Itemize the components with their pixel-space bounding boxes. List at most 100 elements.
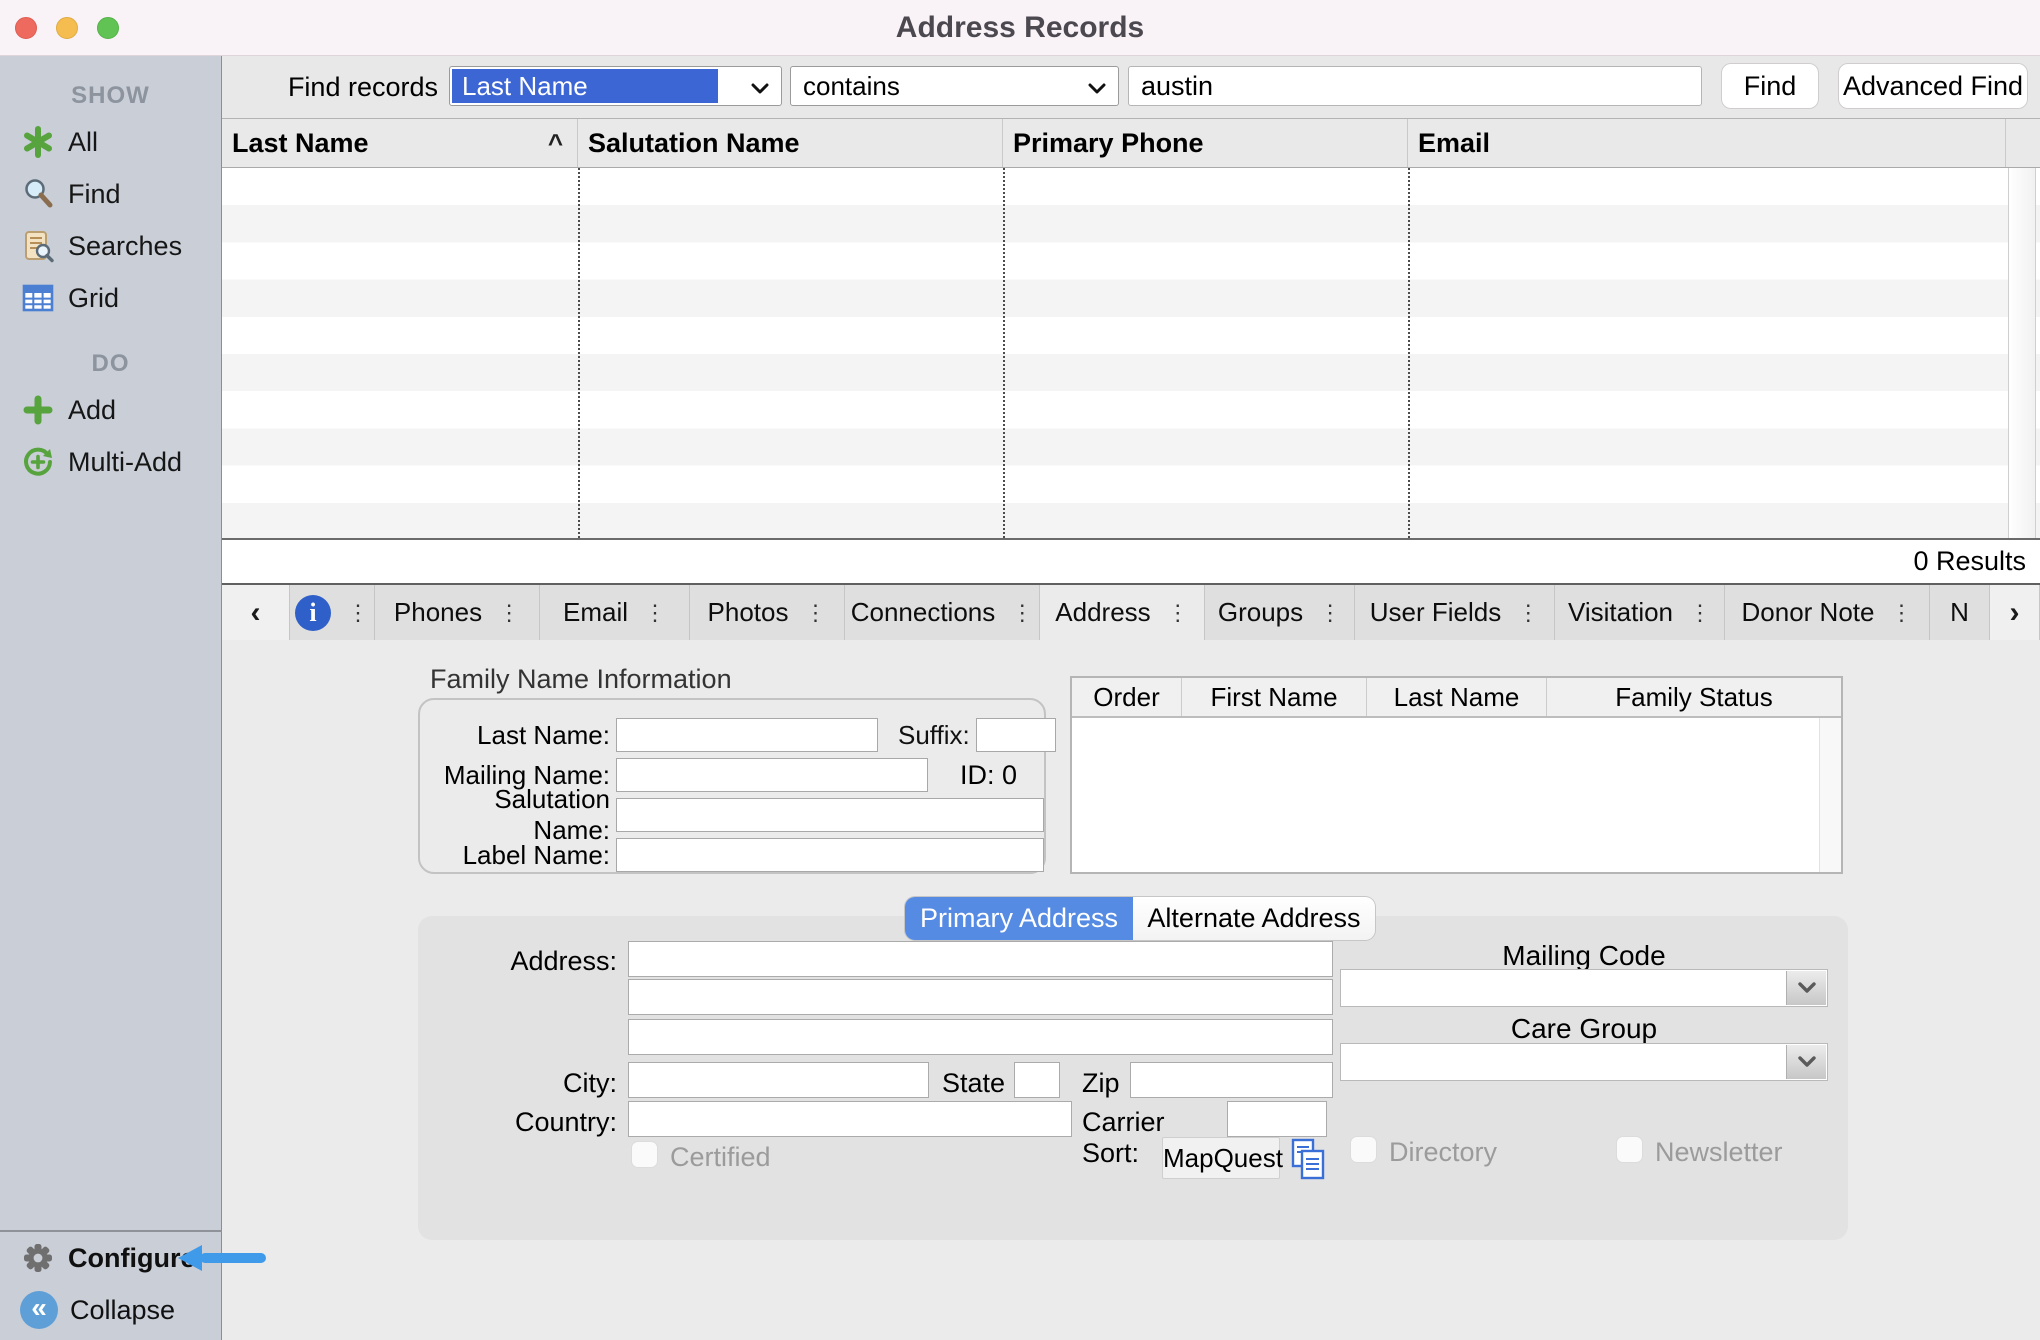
primary-address-tab[interactable]: Primary Address — [905, 897, 1133, 940]
header-scrollbar-gutter — [2006, 119, 2040, 167]
operator-dropdown[interactable]: contains — [790, 66, 1119, 106]
tab-menu-dots[interactable]: ⋮ — [347, 600, 369, 626]
directory-checkbox[interactable] — [1350, 1136, 1377, 1163]
field-dropdown[interactable]: Last Name — [449, 66, 782, 106]
address-line-1-input[interactable] — [628, 941, 1333, 977]
collapse-button[interactable]: « Collapse — [0, 1284, 222, 1336]
column-label: Last Name — [232, 128, 369, 159]
gear-icon — [20, 1240, 56, 1276]
members-column-last-name[interactable]: Last Name — [1367, 678, 1547, 716]
members-column-order[interactable]: Order — [1072, 678, 1182, 716]
sidebar-item-find[interactable]: Find — [0, 168, 221, 220]
column-header-last-name[interactable]: Last Name ^ — [222, 119, 578, 167]
mailing-name-input[interactable] — [616, 758, 928, 792]
tab-label: Phones — [394, 597, 482, 628]
tab-address[interactable]: Address ⋮ — [1040, 585, 1205, 640]
salutation-name-label: Salutation Name: — [420, 784, 610, 846]
tab-menu-dots[interactable]: ⋮ — [1319, 600, 1341, 626]
sidebar-item-label: Searches — [68, 231, 182, 262]
tab-label: Groups — [1218, 597, 1303, 628]
chevron-down-icon — [1786, 1045, 1826, 1079]
tab-menu-dots[interactable]: ⋮ — [644, 600, 666, 626]
care-group-dropdown[interactable] — [1340, 1043, 1828, 1081]
sidebar-section-show: SHOW — [0, 82, 221, 110]
state-input[interactable] — [1014, 1062, 1060, 1098]
column-header-email[interactable]: Email — [1408, 119, 2006, 167]
results-table-body[interactable] — [222, 168, 2040, 540]
tab-groups[interactable]: Groups ⋮ — [1205, 585, 1355, 640]
tab-connections[interactable]: Connections ⋮ — [845, 585, 1040, 640]
sidebar-item-label: Grid — [68, 283, 119, 314]
tab-user-fields[interactable]: User Fields⋮ — [1355, 585, 1555, 640]
alternate-address-tab[interactable]: Alternate Address — [1133, 897, 1375, 940]
members-scrollbar[interactable] — [1819, 718, 1841, 872]
mailing-code-label: Mailing Code — [1340, 940, 1828, 972]
members-column-family-status[interactable]: Family Status — [1547, 678, 1841, 716]
tab-label: Visitation — [1568, 597, 1673, 628]
chevron-down-icon — [1786, 971, 1826, 1005]
mapquest-button[interactable]: MapQuest — [1162, 1137, 1280, 1179]
sidebar-item-searches[interactable]: Searches — [0, 220, 221, 272]
label-name-input[interactable] — [616, 838, 1044, 872]
address-type-segmented-control: Primary Address Alternate Address — [905, 897, 1375, 940]
zip-input[interactable] — [1130, 1062, 1333, 1098]
family-members-body[interactable] — [1072, 718, 1841, 872]
vertical-scrollbar[interactable] — [2008, 168, 2036, 538]
sidebar-item-add[interactable]: Add — [0, 384, 221, 436]
find-button[interactable]: Find — [1721, 63, 1819, 109]
sidebar-item-all[interactable]: All — [0, 116, 221, 168]
tab-menu-dots[interactable]: ⋮ — [1890, 600, 1912, 626]
tab-scroll-left[interactable]: ‹ — [222, 585, 290, 640]
country-label: Country: — [418, 1107, 617, 1138]
chevron-left-icon: ‹ — [251, 596, 261, 630]
tab-menu-dots[interactable]: ⋮ — [804, 600, 826, 626]
copy-address-icon[interactable] — [1286, 1137, 1330, 1181]
country-input[interactable] — [628, 1101, 1072, 1137]
tab-donor-note[interactable]: Donor Note ⋮ — [1725, 585, 1930, 640]
tab-visitation[interactable]: Visitation ⋮ — [1555, 585, 1725, 640]
column-header-salutation-name[interactable]: Salutation Name — [578, 119, 1003, 167]
tab-info[interactable]: i ⋮ — [290, 585, 375, 640]
salutation-name-input[interactable] — [616, 798, 1044, 832]
find-records-label: Find records where — [222, 56, 438, 118]
configure-button[interactable]: Configure — [0, 1232, 222, 1284]
carrier-sort-input[interactable] — [1227, 1101, 1327, 1137]
newsletter-checkbox[interactable] — [1616, 1136, 1643, 1163]
tab-label: Address — [1055, 597, 1150, 628]
tab-photos[interactable]: Photos⋮ — [690, 585, 845, 640]
tab-phones[interactable]: Phones ⋮ — [375, 585, 540, 640]
address-tab-content: Family Name Information Last Name: Suffi… — [222, 640, 2040, 1340]
tab-menu-dots[interactable]: ⋮ — [498, 600, 520, 626]
collapse-chevrons-icon: « — [20, 1291, 58, 1329]
address-line-3-input[interactable] — [628, 1019, 1333, 1055]
suffix-input[interactable] — [976, 718, 1056, 752]
tab-scroll-right[interactable]: › — [1990, 585, 2040, 640]
column-header-primary-phone[interactable]: Primary Phone — [1003, 119, 1408, 167]
record-id-value: ID: 0 — [960, 758, 1017, 792]
address-line-2-input[interactable] — [628, 979, 1333, 1015]
family-name-info-title: Family Name Information — [430, 664, 732, 695]
tab-menu-dots[interactable]: ⋮ — [1011, 600, 1033, 626]
tab-menu-dots[interactable]: ⋮ — [1517, 600, 1539, 626]
city-input[interactable] — [628, 1062, 929, 1098]
sidebar-section-do: DO — [0, 350, 221, 378]
address-panel: Address: City: State Zip Country: Carrie… — [418, 916, 1848, 1240]
label-name-label: Label Name: — [420, 840, 610, 871]
tab-menu-dots[interactable]: ⋮ — [1689, 600, 1711, 626]
tab-label: Connections — [851, 597, 996, 628]
last-name-input[interactable] — [616, 718, 878, 752]
results-table-header: Last Name ^ Salutation Name Primary Phon… — [222, 118, 2040, 168]
certified-checkbox[interactable] — [631, 1141, 658, 1168]
mailing-code-dropdown[interactable] — [1340, 969, 1828, 1007]
sidebar-item-grid[interactable]: Grid — [0, 272, 221, 324]
advanced-find-button[interactable]: Advanced Find — [1838, 63, 2028, 109]
chevron-right-icon: › — [2010, 596, 2020, 630]
info-icon: i — [295, 595, 331, 631]
tab-label: Donor Note — [1742, 597, 1875, 628]
tab-notes-truncated[interactable]: N — [1930, 585, 1990, 640]
sidebar-item-multi-add[interactable]: Multi-Add — [0, 436, 221, 488]
members-column-first-name[interactable]: First Name — [1182, 678, 1367, 716]
tab-menu-dots[interactable]: ⋮ — [1167, 600, 1189, 626]
tab-email[interactable]: Email⋮ — [540, 585, 690, 640]
search-query-input[interactable] — [1128, 66, 1702, 106]
